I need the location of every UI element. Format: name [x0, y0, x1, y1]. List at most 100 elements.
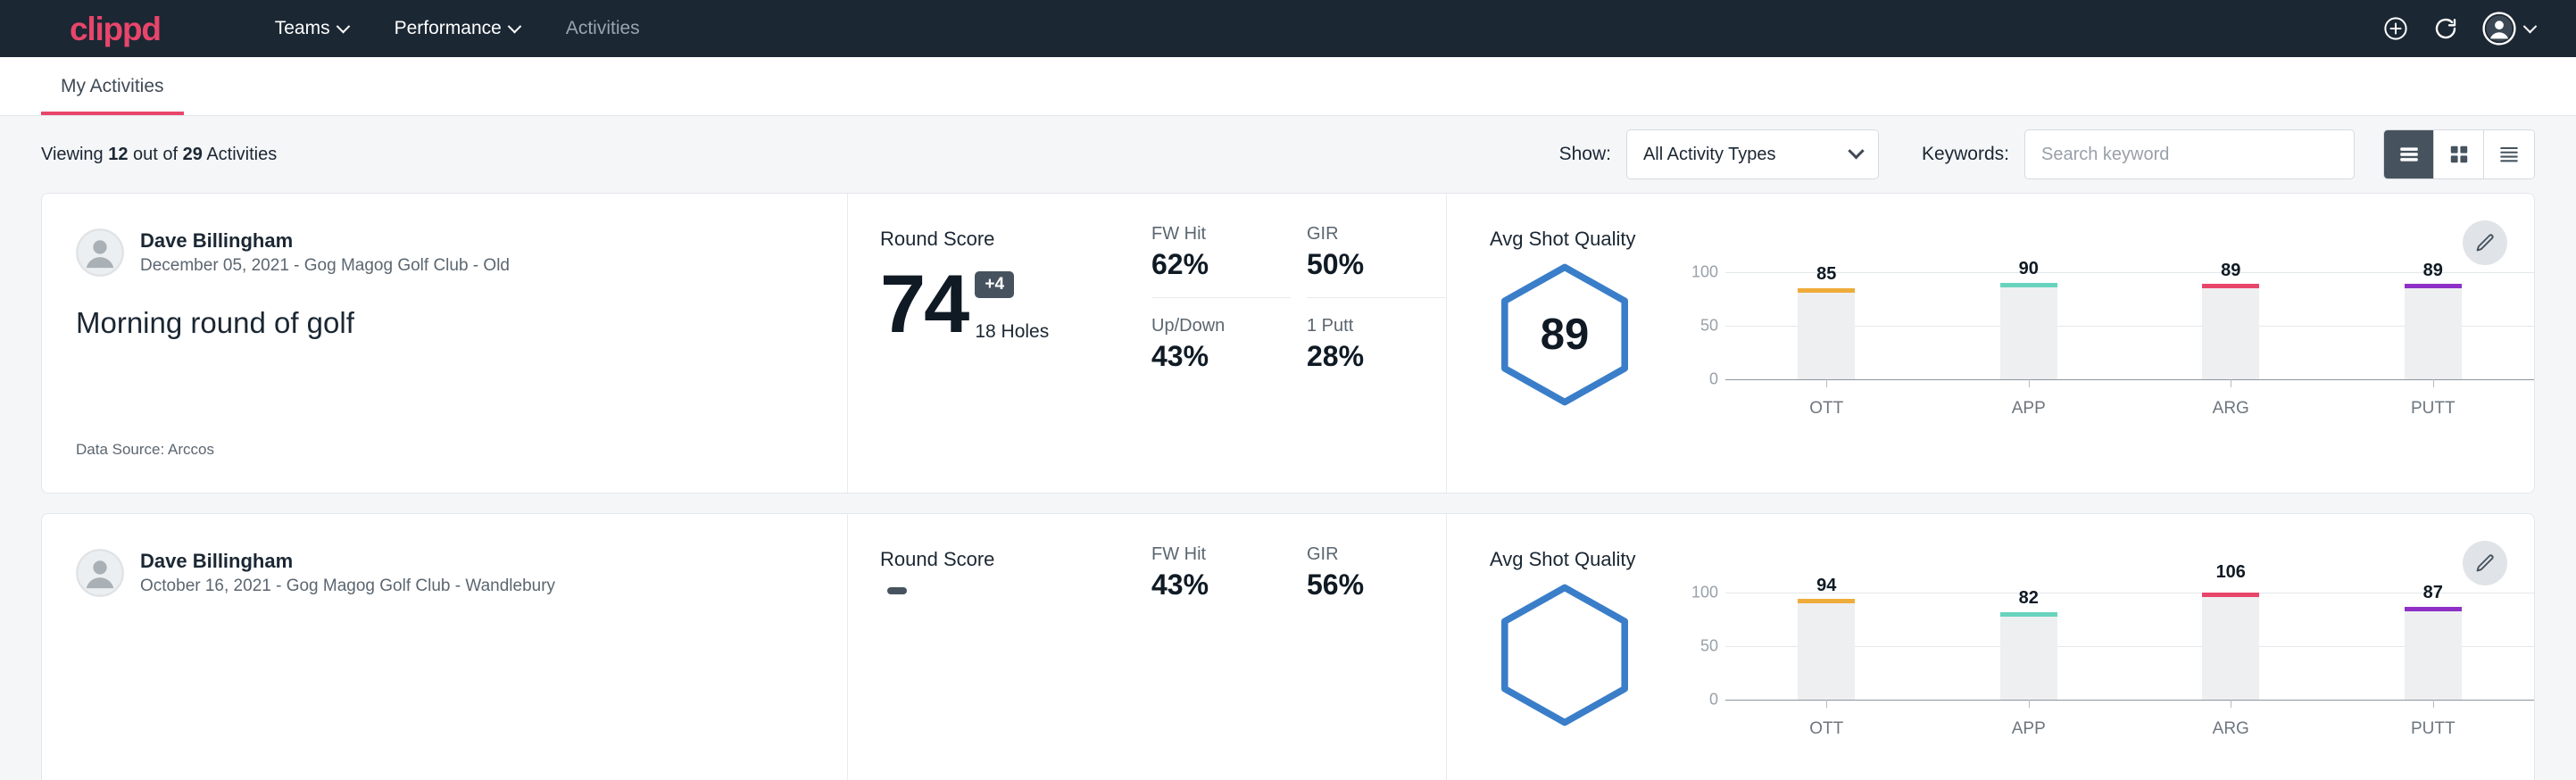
bar-arg[interactable]: 106 [2202, 593, 2259, 700]
show-label: Show: [1559, 144, 1611, 165]
round-score-value-row: 74 +4 18 Holes [880, 267, 1151, 343]
person-name: Dave Billingham [140, 548, 555, 575]
bar-putt[interactable]: 89 [2405, 272, 2462, 379]
stat-label: FW Hit [1151, 224, 1269, 245]
y-tick: 100 [1691, 584, 1718, 602]
nav-item-performance[interactable]: Performance [371, 18, 543, 39]
tab-my-activities[interactable]: My Activities [41, 57, 184, 115]
stat-label: 1 Putt [1307, 316, 1425, 336]
x-label-arg: ARG [2202, 719, 2259, 739]
primary-nav: Teams Performance Activities [252, 18, 663, 39]
person-name: Dave Billingham [140, 228, 510, 254]
shot-quality-bar-chart: 100 50 0 94 [1684, 580, 2534, 739]
chevron-down-icon [508, 19, 522, 33]
app-logo[interactable]: clippd [70, 12, 161, 46]
data-source: Data Source: Arccos [76, 441, 820, 459]
view-mode-compact-button[interactable] [2484, 130, 2534, 178]
chart-bars: 85 90 89 [1725, 272, 2534, 379]
stat-gir: GIR 56% [1307, 544, 1446, 602]
view-mode-grid-button[interactable] [2434, 130, 2484, 178]
chart-x-labels: OTT APP ARG PUTT [1725, 719, 2534, 739]
y-tick: 50 [1700, 317, 1718, 336]
activity-card[interactable]: Dave Billingham October 16, 2021 - Gog M… [41, 513, 2535, 780]
bar-app[interactable]: 82 [2000, 593, 2057, 700]
score-differential-badge: +4 [975, 271, 1014, 298]
activity-person: Dave Billingham October 16, 2021 - Gog M… [76, 548, 820, 598]
stat-fw-hit: FW Hit 43% [1151, 544, 1291, 602]
activity-type-value: All Activity Types [1643, 145, 1850, 165]
viewing-total: 29 [183, 145, 203, 164]
chevron-down-icon [2523, 19, 2538, 33]
chevron-down-icon [1848, 143, 1864, 159]
bar-value: 89 [2221, 261, 2240, 281]
edit-activity-button[interactable] [2463, 541, 2507, 585]
shot-quality-value [1490, 580, 1640, 730]
activity-type-select[interactable]: All Activity Types [1626, 129, 1879, 179]
round-score-value-row [880, 587, 1151, 618]
activity-card[interactable]: Dave Billingham December 05, 2021 - Gog … [41, 193, 2535, 494]
stat-label: GIR [1307, 544, 1425, 565]
view-mode-list-button[interactable] [2384, 130, 2434, 178]
y-tick: 100 [1691, 263, 1718, 282]
stat-value: 50% [1307, 248, 1425, 281]
holes-played: 18 Holes [975, 321, 1049, 343]
account-menu[interactable] [2482, 12, 2535, 46]
activity-card-list: Dave Billingham December 05, 2021 - Gog … [0, 193, 2576, 780]
stat-value: 56% [1307, 568, 1425, 602]
round-stats-column: FW Hit 43% GIR 56% [1151, 514, 1446, 780]
view-mode-toggle [2383, 129, 2535, 179]
avatar [76, 228, 124, 277]
shot-quality-column: Avg Shot Quality 89 100 50 0 [1446, 194, 2534, 493]
activity-info-column: Dave Billingham December 05, 2021 - Gog … [42, 194, 848, 493]
round-score-column: Round Score 74 +4 18 Holes [848, 194, 1151, 493]
shot-quality-bar-chart: 100 50 0 85 [1684, 260, 2534, 419]
shot-quality-hexagon: 89 [1490, 260, 1640, 410]
edit-activity-button[interactable] [2463, 220, 2507, 265]
refresh-icon[interactable] [2432, 15, 2459, 42]
bar-putt[interactable]: 87 [2405, 593, 2462, 700]
chart-y-axis: 100 50 0 [1684, 272, 1725, 379]
chart-y-axis: 100 50 0 [1684, 593, 1725, 700]
chart-bars: 94 82 106 [1725, 593, 2534, 700]
x-label-putt: PUTT [2405, 719, 2462, 739]
round-stats-column: FW Hit 62% GIR 50% Up/Down 43% 1 Putt 28… [1151, 194, 1446, 493]
account-circle-icon [2482, 12, 2516, 46]
shot-quality-hexagon [1490, 580, 1640, 730]
viewing-prefix: Viewing [41, 145, 108, 164]
stat-value: 28% [1307, 340, 1425, 373]
search-placeholder: Search keyword [2041, 145, 2169, 165]
keywords-label: Keywords: [1922, 144, 2009, 165]
activity-title: Morning round of golf [76, 306, 820, 340]
bar-ott[interactable]: 94 [1798, 593, 1855, 700]
top-navbar: clippd Teams Performance Activities [0, 0, 2576, 57]
bar-ott[interactable]: 85 [1798, 272, 1855, 379]
nav-item-activities[interactable]: Activities [543, 18, 663, 39]
bar-app[interactable]: 90 [2000, 272, 2057, 379]
round-score-label: Round Score [880, 548, 1151, 571]
chevron-down-icon [336, 19, 350, 33]
x-label-putt: PUTT [2405, 399, 2462, 419]
stat-up-down: Up/Down 43% [1151, 297, 1291, 373]
stat-value: 43% [1151, 340, 1269, 373]
activity-meta: October 16, 2021 - Gog Magog Golf Club -… [140, 575, 555, 599]
viewing-mid: out of [128, 145, 182, 164]
tab-my-activities-label: My Activities [61, 76, 164, 97]
search-input[interactable]: Search keyword [2024, 129, 2355, 179]
y-tick: 0 [1709, 370, 1718, 389]
x-label-ott: OTT [1798, 399, 1855, 419]
nav-item-teams[interactable]: Teams [252, 18, 371, 39]
x-label-app: APP [2000, 399, 2057, 419]
stat-gir: GIR 50% [1307, 224, 1446, 281]
bar-arg[interactable]: 89 [2202, 272, 2259, 379]
chart-x-labels: OTT APP ARG PUTT [1725, 399, 2534, 419]
avatar [76, 549, 124, 597]
activity-person: Dave Billingham December 05, 2021 - Gog … [76, 228, 820, 278]
avg-shot-quality-label: Avg Shot Quality [1490, 548, 2534, 571]
shot-quality-column: Avg Shot Quality 100 50 0 [1446, 514, 2534, 780]
activity-meta: December 05, 2021 - Gog Magog Golf Club … [140, 254, 510, 278]
round-score-column: Round Score [848, 514, 1151, 780]
plus-circle-icon[interactable] [2382, 15, 2409, 42]
activity-info-column: Dave Billingham October 16, 2021 - Gog M… [42, 514, 848, 780]
nav-item-teams-label: Teams [275, 18, 330, 39]
stat-fw-hit: FW Hit 62% [1151, 224, 1291, 281]
